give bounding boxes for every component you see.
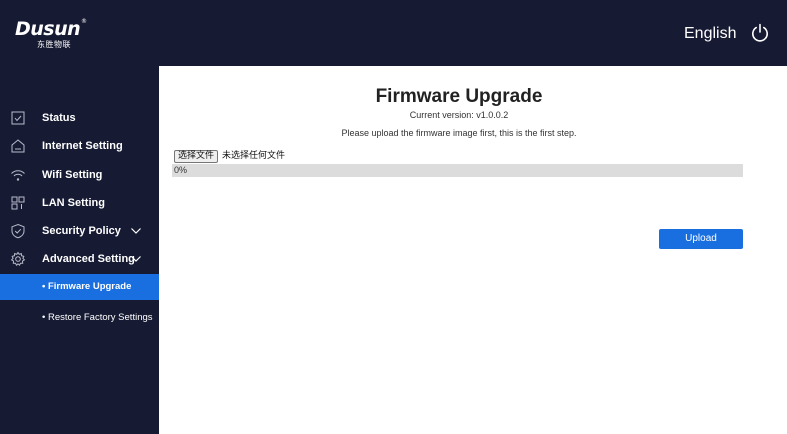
gear-icon xyxy=(10,251,26,267)
sidebar-item-label: Security Policy xyxy=(42,225,121,237)
sidebar-item-lan-setting[interactable]: LAN Setting xyxy=(0,190,159,216)
logo-subtext: 东胜物联 xyxy=(37,40,71,49)
upload-button[interactable]: Upload xyxy=(659,229,743,249)
upload-hint: Please upload the firmware image first, … xyxy=(341,128,577,138)
sidebar-item-internet-setting[interactable]: Internet Setting xyxy=(0,133,159,159)
file-status-text: 未选择任何文件 xyxy=(222,151,286,161)
sidebar-item-label: Internet Setting xyxy=(42,140,123,152)
shield-icon xyxy=(11,223,25,239)
sidebar-item-label: LAN Setting xyxy=(42,197,105,209)
sidebar-item-status[interactable]: Status xyxy=(0,105,159,131)
dusun-logo: Dusun ® 东胜物联 xyxy=(15,18,95,56)
sidebar-item-advanced-setting[interactable]: Advanced Setting xyxy=(0,246,159,272)
sidebar-item-wifi-setting[interactable]: Wifi Setting xyxy=(0,162,159,188)
chevron-down-icon xyxy=(131,228,141,234)
lan-icon xyxy=(11,196,25,210)
top-header: Dusun ® 东胜物联 English xyxy=(0,0,787,66)
sidebar-subitem-label: • Restore Factory Settings xyxy=(42,312,153,323)
upload-progress-bar: 0% xyxy=(172,164,743,177)
chevron-down-icon xyxy=(131,256,141,262)
wifi-icon xyxy=(11,170,25,181)
sidebar-subitem-restore-factory-settings[interactable]: • Restore Factory Settings xyxy=(0,305,159,331)
main-content: Firmware Upgrade Current version: v1.0.0… xyxy=(159,66,787,434)
sidebar: Status Internet Setting Wifi Setting LAN… xyxy=(0,66,159,434)
sidebar-item-label: Wifi Setting xyxy=(42,169,103,181)
power-icon[interactable] xyxy=(750,23,770,43)
registered-mark: ® xyxy=(81,18,87,25)
sidebar-item-label: Status xyxy=(42,112,76,124)
progress-percent: 0% xyxy=(174,165,188,175)
sidebar-item-security-policy[interactable]: Security Policy xyxy=(0,218,159,244)
internet-icon xyxy=(11,139,25,153)
sidebar-subitem-label: • Firmware Upgrade xyxy=(42,281,132,292)
sidebar-item-label: Advanced Setting xyxy=(42,253,135,265)
current-version: Current version: v1.0.0.2 xyxy=(409,110,509,120)
choose-file-button[interactable]: 选择文件 xyxy=(174,150,219,163)
page-title: Firmware Upgrade xyxy=(375,86,543,107)
sidebar-subitem-firmware-upgrade[interactable]: • Firmware Upgrade xyxy=(0,274,159,300)
language-selector[interactable]: English xyxy=(684,24,736,44)
logo-text: Dusun xyxy=(15,18,81,40)
status-icon xyxy=(11,111,25,125)
